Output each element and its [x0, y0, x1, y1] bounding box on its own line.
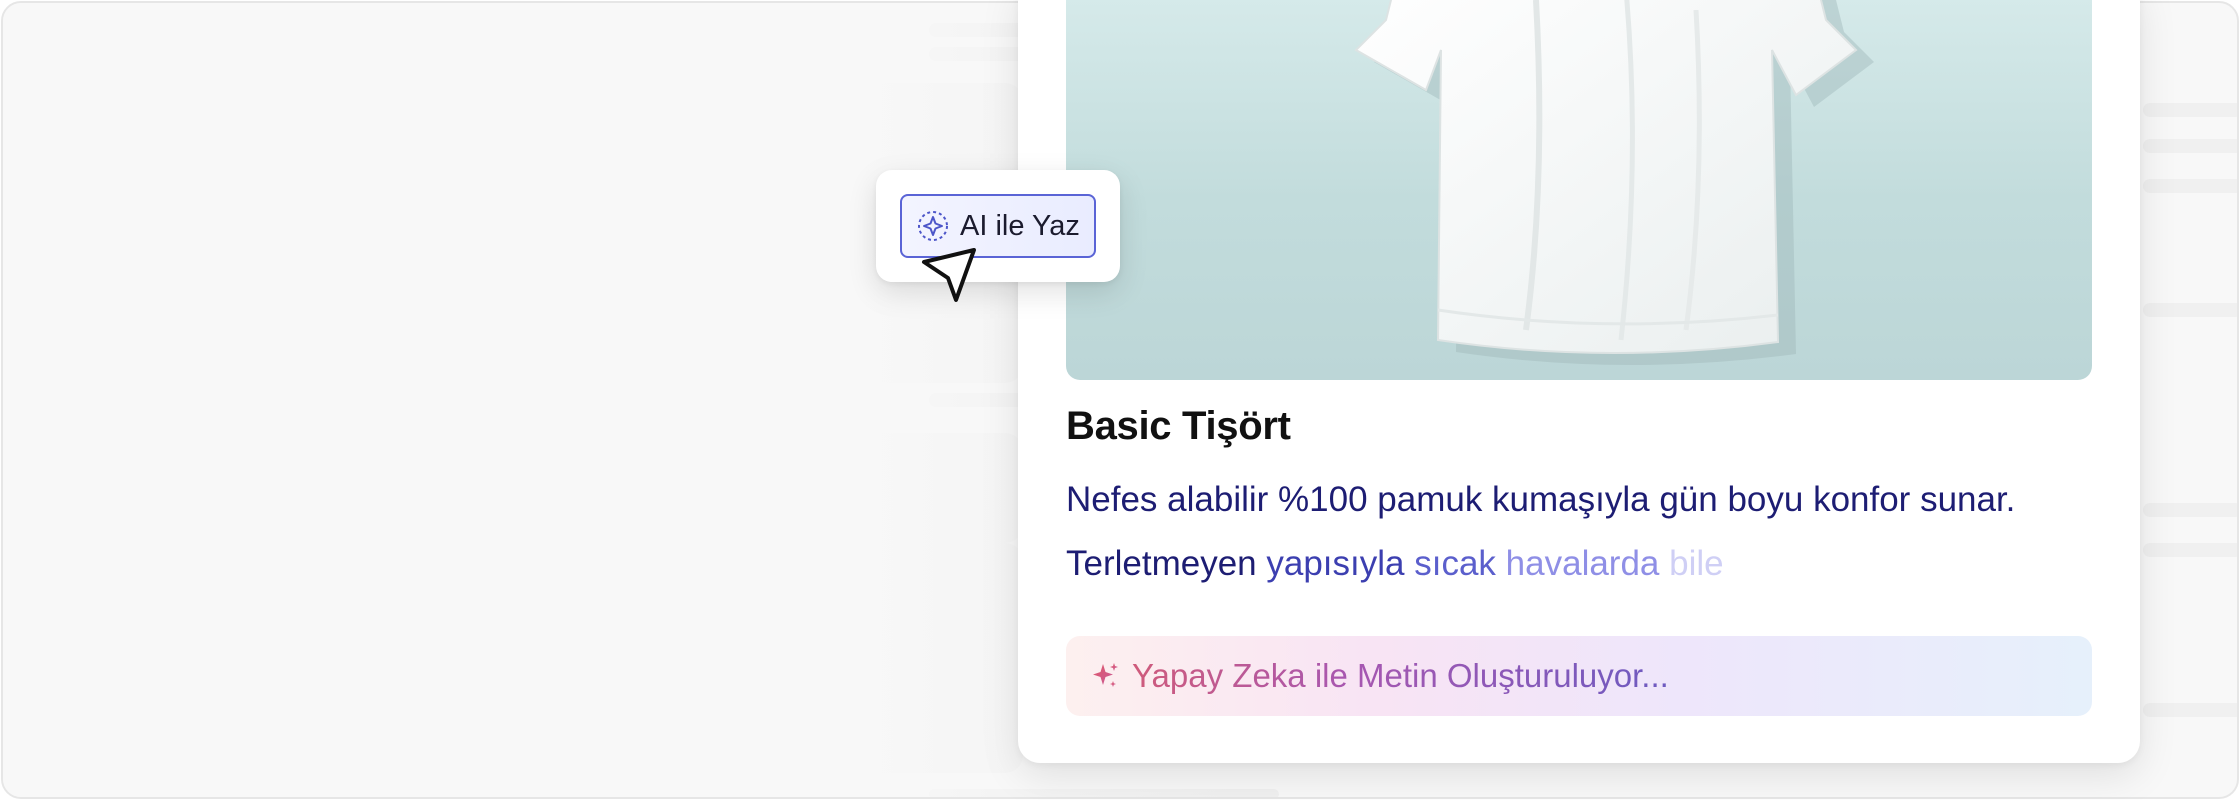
product-description-line: Nefes alabilir %100 pamuk kumaşıyla gün …	[1066, 480, 2016, 519]
product-image	[1066, 0, 2092, 380]
description-word: yapısıyla	[1266, 544, 1405, 583]
skeleton-block	[2143, 139, 2237, 153]
product-title: Basic Tişört	[1066, 404, 1291, 448]
skeleton-block	[863, 433, 1023, 543]
skeleton-block	[2143, 543, 2237, 557]
ai-write-popup: AI ile Yaz	[876, 170, 1120, 282]
description-word: sıcak	[1414, 544, 1496, 583]
description-word: bile	[1669, 544, 1724, 583]
skeleton-block	[2143, 703, 2237, 717]
tshirt-illustration	[1354, 0, 1874, 366]
skeleton-block	[863, 543, 1023, 773]
sparkle-icon	[1093, 663, 1118, 687]
ai-write-button-label: AI ile Yaz	[960, 209, 1080, 242]
skeleton-block	[2143, 503, 2237, 517]
skeleton-block	[929, 393, 1029, 407]
skeleton-block	[2143, 303, 2237, 317]
cursor-pointer-icon	[922, 248, 976, 302]
sparkle-icon	[918, 211, 948, 241]
product-card: Basic Tişört Nefes alabilir %100 pamuk k…	[1018, 0, 2140, 763]
description-word: havalarda	[1505, 544, 1660, 583]
skeleton-block	[929, 789, 1279, 797]
product-description-line-streaming: Terletmeyen yapısıyla sıcak havalarda bi…	[1066, 544, 1724, 584]
ai-generation-status: Yapay Zeka ile Metin Oluşturuluyor...	[1066, 636, 2092, 716]
skeleton-block	[2143, 103, 2237, 117]
description-word: Terletmeyen	[1066, 544, 1257, 583]
skeleton-block	[929, 47, 1029, 61]
skeleton-block	[2143, 179, 2237, 193]
status-text: Yapay Zeka ile Metin Oluşturuluyor...	[1132, 657, 1669, 694]
